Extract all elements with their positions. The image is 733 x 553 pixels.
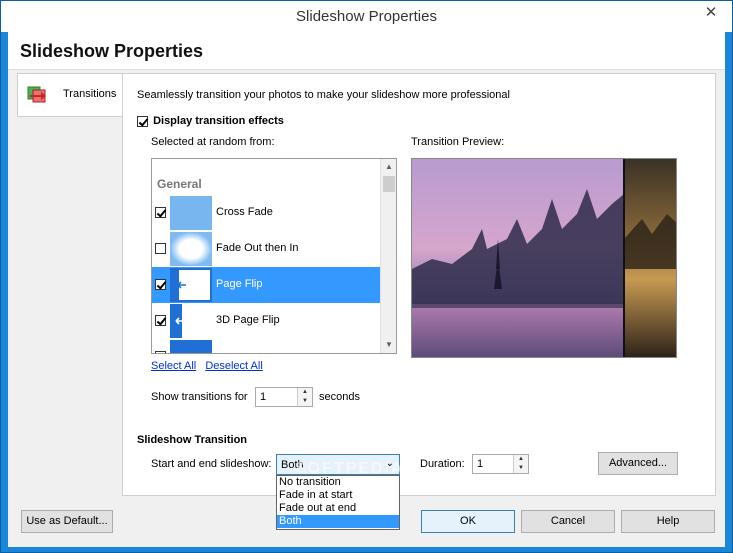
use-as-default-button[interactable]: Use as Default...	[21, 510, 113, 533]
seconds-label: seconds	[319, 391, 360, 403]
item-checkbox[interactable]	[155, 351, 166, 353]
page-flip-thumbnail	[170, 268, 212, 302]
start-end-dropdown[interactable]: No transition Fade in at start Fade out …	[276, 475, 400, 530]
stepper-buttons: ▲ ▼	[513, 455, 528, 473]
list-item[interactable]: Fade Out then In	[152, 231, 380, 267]
cross-fade-thumbnail	[170, 196, 212, 230]
tab-label: Transitions	[63, 88, 117, 100]
title-bar: Slideshow Properties ✕	[1, 1, 732, 32]
description-text: Seamlessly transition your photos to mak…	[137, 89, 510, 101]
list-item-partial[interactable]	[152, 339, 380, 353]
list-item[interactable]: 3D Page Flip	[152, 303, 380, 339]
display-effects-toggle[interactable]: Display transition effects	[137, 115, 284, 127]
start-end-select[interactable]: Both ⌄	[276, 454, 400, 475]
select-all-link[interactable]: Select All	[151, 360, 196, 372]
advanced-button[interactable]: Advanced...	[598, 452, 678, 475]
display-effects-label: Display transition effects	[153, 115, 284, 127]
stepper-up-icon[interactable]: ▲	[514, 455, 528, 464]
duration-value: 1	[477, 458, 484, 470]
start-end-label: Start and end slideshow:	[151, 458, 272, 470]
stepper-buttons: ▲ ▼	[297, 388, 312, 406]
item-checkbox[interactable]	[155, 207, 166, 218]
scroll-up-icon[interactable]: ▲	[381, 159, 396, 175]
display-effects-checkbox[interactable]	[137, 115, 148, 127]
transition-preview	[411, 158, 677, 358]
dropdown-option[interactable]: Fade in at start	[277, 489, 399, 502]
help-button[interactable]: Help	[621, 510, 715, 533]
item-label: Fade Out then In	[216, 242, 299, 254]
preview-label: Transition Preview:	[411, 136, 505, 148]
dialog-window: Slideshow Properties ✕ Slideshow Propert…	[0, 0, 733, 553]
item-checkbox[interactable]	[155, 315, 166, 326]
dropdown-option[interactable]: Fade out at end	[277, 502, 399, 515]
tab-transitions[interactable]: Transitions	[17, 73, 123, 117]
preview-image	[412, 159, 676, 357]
stepper-down-icon[interactable]: ▼	[514, 464, 528, 473]
dropdown-option[interactable]: Both	[277, 515, 399, 528]
show-for-label: Show transitions for	[151, 391, 248, 403]
window-title: Slideshow Properties	[296, 8, 437, 25]
list-item[interactable]: Page Flip	[152, 267, 380, 303]
scroll-thumb[interactable]	[383, 176, 395, 192]
dropdown-option[interactable]: No transition	[277, 476, 399, 489]
ok-button[interactable]: OK	[421, 510, 515, 533]
duration-stepper[interactable]: 1 ▲ ▼	[472, 454, 529, 474]
slideshow-transition-title: Slideshow Transition	[137, 434, 248, 446]
item-checkbox[interactable]	[155, 279, 166, 290]
duration-label: Duration:	[420, 458, 465, 470]
page-title: Slideshow Properties	[20, 41, 204, 61]
item-label: Cross Fade	[216, 206, 273, 218]
item-label: Page Flip	[216, 278, 263, 290]
header-band: Slideshow Properties	[8, 32, 725, 70]
partial-thumbnail	[170, 340, 212, 353]
3d-page-flip-thumbnail	[170, 304, 212, 338]
scroll-down-icon[interactable]: ▼	[381, 337, 396, 353]
dialog-client: Slideshow Properties Transitions Seamles…	[8, 32, 725, 547]
show-for-value: 1	[260, 391, 267, 403]
stepper-down-icon[interactable]: ▼	[298, 397, 312, 406]
list-group-general: General	[157, 177, 202, 191]
deselect-all-link[interactable]: Deselect All	[205, 360, 262, 372]
chevron-down-icon: ⌄	[385, 458, 394, 469]
item-label: 3D Page Flip	[216, 314, 280, 326]
fade-thumbnail	[170, 232, 212, 266]
show-for-stepper[interactable]: 1 ▲ ▼	[255, 387, 313, 407]
cancel-button[interactable]: Cancel	[521, 510, 615, 533]
close-icon[interactable]: ✕	[696, 2, 726, 24]
transitions-list[interactable]: General Cross Fade Fade Out then In Page…	[151, 158, 397, 354]
selection-links: Select All Deselect All	[151, 360, 263, 372]
transitions-panel: Seamlessly transition your photos to mak…	[122, 73, 716, 530]
item-checkbox[interactable]	[155, 243, 166, 254]
transitions-icon	[27, 86, 46, 103]
start-end-selected: Both	[281, 459, 304, 471]
stepper-up-icon[interactable]: ▲	[298, 388, 312, 397]
random-label: Selected at random from:	[151, 136, 275, 148]
list-item[interactable]: Cross Fade	[152, 195, 380, 231]
list-scrollbar[interactable]: ▲ ▼	[380, 159, 396, 353]
